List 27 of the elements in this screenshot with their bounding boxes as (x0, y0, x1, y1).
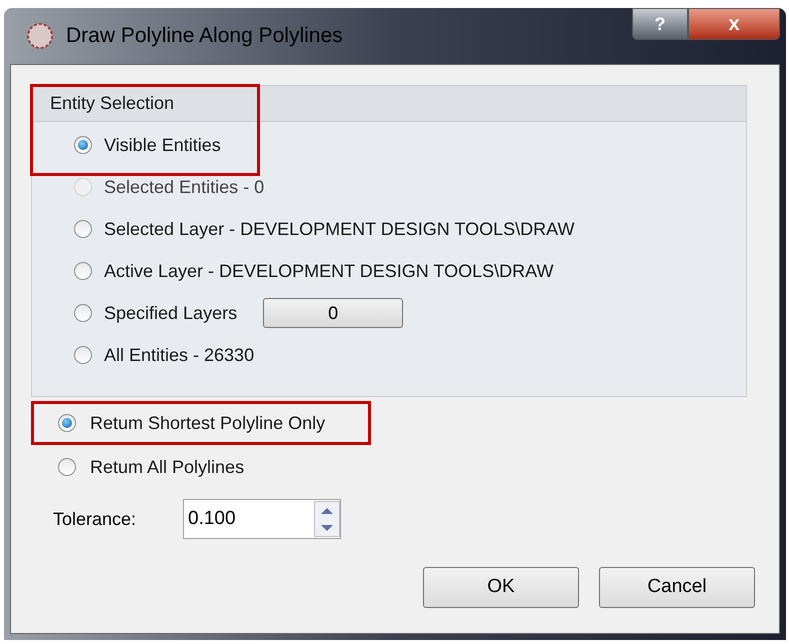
option-label: Retum All Polylines (90, 456, 244, 479)
option-label: Selected Entities - 0 (104, 176, 264, 198)
option-label: All Entities - 26330 (104, 344, 254, 366)
app-icon (26, 22, 54, 50)
close-button[interactable]: x (688, 8, 780, 40)
radio-button[interactable] (74, 346, 92, 364)
radio-button[interactable] (58, 458, 76, 476)
radio-button[interactable] (74, 220, 92, 238)
dialog-button[interactable]: OK (423, 567, 579, 608)
up-arrow-icon (321, 508, 333, 514)
group-title: Entity Selection (50, 92, 174, 115)
radio-button[interactable] (58, 414, 76, 432)
dialog-button[interactable]: Cancel (599, 567, 755, 608)
option-label: Retum Shortest Polyline Only (90, 412, 326, 435)
radio-button[interactable] (74, 136, 92, 154)
option-label: Visible Entities (104, 134, 221, 156)
radio-button[interactable] (74, 262, 92, 280)
option-label: Specified Layers (104, 302, 238, 325)
down-arrow-icon (321, 524, 333, 530)
spin-buttons[interactable] (314, 501, 340, 537)
tolerance-label: Tolerance: (53, 508, 138, 530)
option-label: Selected Layer - DEVELOPMENT DESIGN TOOLS\DRAW (104, 218, 574, 241)
window-title: Draw Polyline Along Polylines (66, 23, 343, 50)
option-label: Active Layer - DEVELOPMENT DESIGN TOOLS\DRAW (104, 260, 554, 283)
radio-button[interactable] (74, 304, 92, 322)
layers-button[interactable]: 0 (263, 298, 404, 328)
tolerance-field[interactable]: 0.100 (183, 499, 341, 539)
